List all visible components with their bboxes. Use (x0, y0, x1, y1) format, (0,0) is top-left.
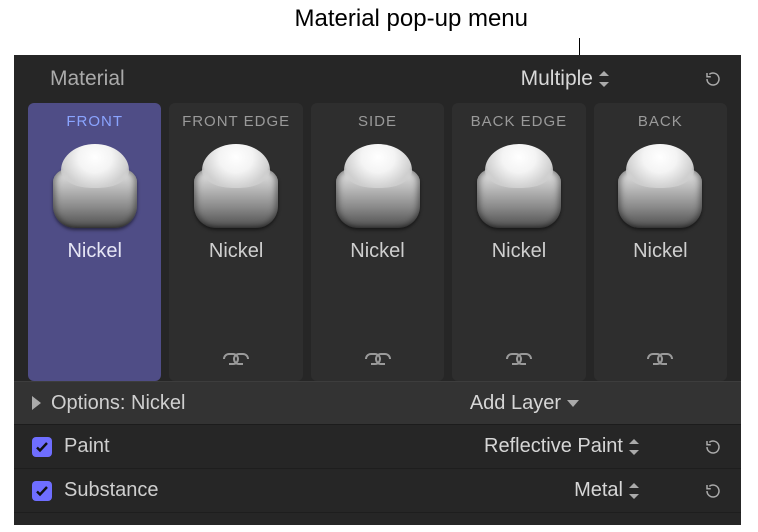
chain-link-icon (501, 350, 537, 368)
substance-value-popup[interactable]: Metal (574, 479, 647, 502)
add-layer-label: Add Layer (470, 392, 561, 415)
paint-value-popup[interactable]: Reflective Paint (484, 435, 647, 458)
facet-side[interactable]: SIDE Nickel (311, 103, 444, 381)
reset-icon (704, 482, 722, 500)
material-swatch[interactable] (47, 138, 143, 230)
material-header: Material Multiple (14, 55, 741, 103)
facet-material-name: Nickel (350, 240, 404, 263)
facet-part-label: FRONT EDGE (182, 113, 290, 130)
facet-link-toggle[interactable] (642, 326, 678, 373)
facet-part-label: FRONT (66, 113, 123, 130)
facet-link-toggle[interactable] (360, 326, 396, 373)
facet-back-edge[interactable]: BACK EDGE Nickel (452, 103, 585, 381)
substance-label: Substance (64, 479, 574, 502)
facet-link-toggle[interactable] (218, 326, 254, 373)
substance-value: Metal (574, 479, 623, 502)
disclosure-triangle-icon[interactable] (32, 396, 41, 410)
material-popup-value: Multiple (521, 67, 593, 91)
facet-material-name: Nickel (492, 240, 546, 263)
facet-part-label: SIDE (358, 113, 397, 130)
facet-link-toggle[interactable] (501, 326, 537, 373)
material-swatch[interactable] (471, 138, 567, 230)
add-layer-popup[interactable]: Add Layer (470, 392, 727, 415)
facet-material-name: Nickel (633, 240, 687, 263)
material-swatch[interactable] (188, 138, 284, 230)
facet-material-name: Nickel (67, 240, 121, 263)
substance-enable-checkbox[interactable] (32, 481, 52, 501)
facet-material-name: Nickel (209, 240, 263, 263)
paint-reset-button[interactable] (703, 437, 723, 457)
paint-value: Reflective Paint (484, 435, 623, 458)
material-swatch[interactable] (612, 138, 708, 230)
facet-back[interactable]: BACK Nickel (594, 103, 727, 381)
material-swatch[interactable] (330, 138, 426, 230)
options-label: Options: Nickel (51, 392, 470, 415)
param-row-paint: Paint Reflective Paint (14, 425, 741, 469)
facet-front[interactable]: FRONT Nickel (28, 103, 161, 381)
up-down-arrows-icon (629, 439, 639, 455)
up-down-arrows-icon (599, 71, 609, 87)
material-section-title: Material (50, 67, 521, 91)
options-row: Options: Nickel Add Layer (14, 381, 741, 425)
checkmark-icon (35, 484, 49, 498)
up-down-arrows-icon (629, 483, 639, 499)
param-row-substance: Substance Metal (14, 469, 741, 513)
paint-label: Paint (64, 435, 484, 458)
chain-link-icon (642, 350, 678, 368)
facet-part-label: BACK (638, 113, 683, 130)
material-popup-menu[interactable]: Multiple (521, 67, 703, 91)
checkmark-icon (35, 440, 49, 454)
chain-link-icon (360, 350, 396, 368)
material-reset-button[interactable] (703, 69, 723, 89)
facet-front-edge[interactable]: FRONT EDGE Nickel (169, 103, 302, 381)
facet-part-label: BACK EDGE (471, 113, 568, 130)
substance-reset-button[interactable] (703, 481, 723, 501)
reset-icon (704, 438, 722, 456)
material-inspector-panel: Material Multiple FRONT Nickel FRONT EDG… (14, 55, 741, 525)
facet-well-row: FRONT Nickel FRONT EDGE Nickel SIDE Nick… (14, 103, 741, 381)
paint-enable-checkbox[interactable] (32, 437, 52, 457)
chevron-down-icon (567, 400, 579, 407)
callout-label: Material pop-up menu (295, 5, 528, 33)
chain-link-icon (218, 350, 254, 368)
reset-icon (704, 70, 722, 88)
